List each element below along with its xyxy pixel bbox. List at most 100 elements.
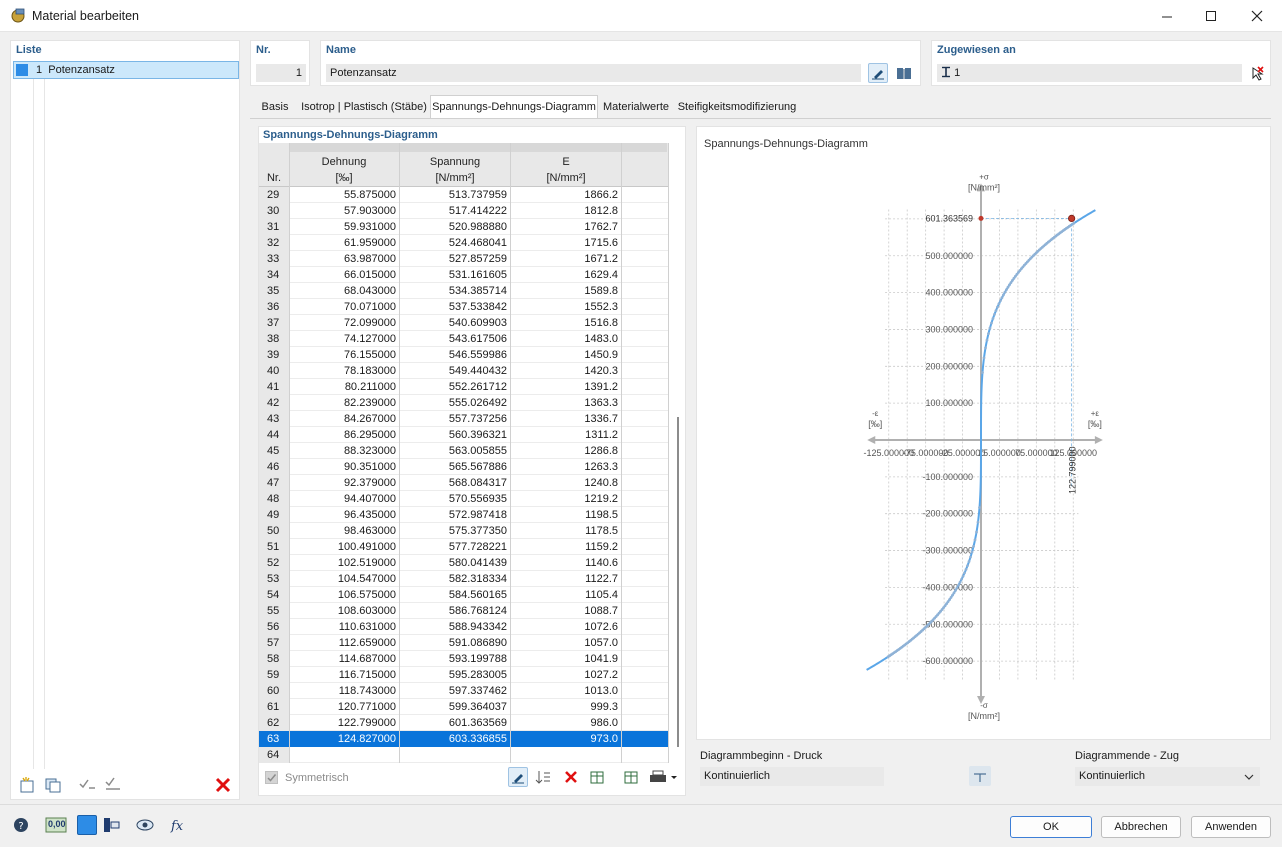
table-row[interactable]: 42 82.239000 555.026492 1363.3 bbox=[259, 395, 669, 411]
strain-cell[interactable]: 82.239000 bbox=[289, 395, 399, 411]
stress-cell[interactable]: 557.737256 bbox=[400, 411, 510, 427]
delete-material-button[interactable] bbox=[213, 775, 233, 795]
stress-cell[interactable]: 560.396321 bbox=[400, 427, 510, 443]
table-row[interactable]: 40 78.183000 549.440432 1420.3 bbox=[259, 363, 669, 379]
stress-cell[interactable]: 513.737959 bbox=[400, 187, 510, 203]
table-row[interactable]: 60 118.743000 597.337462 1013.0 bbox=[259, 683, 669, 699]
table-row[interactable]: 52 102.519000 580.041439 1140.6 bbox=[259, 555, 669, 571]
edit-name-button[interactable] bbox=[868, 63, 888, 83]
modulus-cell[interactable]: 1311.2 bbox=[511, 427, 621, 443]
modulus-cell[interactable]: 1420.3 bbox=[511, 363, 621, 379]
strain-cell[interactable]: 94.407000 bbox=[289, 491, 399, 507]
stress-cell[interactable]: 570.556935 bbox=[400, 491, 510, 507]
table-row[interactable]: 54 106.575000 584.560165 1105.4 bbox=[259, 587, 669, 603]
modulus-cell[interactable]: 1159.2 bbox=[511, 539, 621, 555]
modulus-cell[interactable]: 1812.8 bbox=[511, 203, 621, 219]
modulus-cell[interactable]: 986.0 bbox=[511, 715, 621, 731]
strain-cell[interactable]: 110.631000 bbox=[289, 619, 399, 635]
table-row[interactable]: 41 80.211000 552.261712 1391.2 bbox=[259, 379, 669, 395]
symmetric-checkbox[interactable] bbox=[265, 771, 278, 784]
modulus-cell[interactable]: 1122.7 bbox=[511, 571, 621, 587]
select-objects-button[interactable] bbox=[1247, 63, 1267, 83]
strain-cell[interactable]: 59.931000 bbox=[289, 219, 399, 235]
table-row[interactable]: 49 96.435000 572.987418 1198.5 bbox=[259, 507, 669, 523]
table-row[interactable]: 55 108.603000 586.768124 1088.7 bbox=[259, 603, 669, 619]
modulus-cell[interactable]: 1516.8 bbox=[511, 315, 621, 331]
modulus-cell[interactable]: 1219.2 bbox=[511, 491, 621, 507]
modulus-cell[interactable]: 1762.7 bbox=[511, 219, 621, 235]
table-row[interactable]: 47 92.379000 568.084317 1240.8 bbox=[259, 475, 669, 491]
table-row[interactable]: 57 112.659000 591.086890 1057.0 bbox=[259, 635, 669, 651]
table-row[interactable]: 61 120.771000 599.364037 999.3 bbox=[259, 699, 669, 715]
strain-cell[interactable]: 106.575000 bbox=[289, 587, 399, 603]
stress-cell[interactable]: 565.567886 bbox=[400, 459, 510, 475]
stress-cell[interactable]: 555.026492 bbox=[400, 395, 510, 411]
modulus-cell[interactable]: 1088.7 bbox=[511, 603, 621, 619]
strain-cell[interactable]: 68.043000 bbox=[289, 283, 399, 299]
modulus-cell[interactable]: 1363.3 bbox=[511, 395, 621, 411]
stress-cell[interactable]: 524.468041 bbox=[400, 235, 510, 251]
modulus-cell[interactable]: 1057.0 bbox=[511, 635, 621, 651]
material-library-button[interactable] bbox=[894, 63, 914, 83]
modulus-cell[interactable]: 1450.9 bbox=[511, 347, 621, 363]
table-row[interactable]: 58 114.687000 593.199788 1041.9 bbox=[259, 651, 669, 667]
stress-cell[interactable]: 599.364037 bbox=[400, 699, 510, 715]
stress-cell[interactable]: 546.559986 bbox=[400, 347, 510, 363]
diagram-begin-field[interactable]: Kontinuierlich bbox=[700, 767, 884, 786]
modulus-cell[interactable]: 1041.9 bbox=[511, 651, 621, 667]
tab-steifigkeitsmodifizierung[interactable]: Steifigkeitsmodifizierung bbox=[676, 96, 798, 118]
modulus-cell[interactable]: 1263.3 bbox=[511, 459, 621, 475]
strain-cell[interactable]: 116.715000 bbox=[289, 667, 399, 683]
strain-cell[interactable]: 92.379000 bbox=[289, 475, 399, 491]
modulus-cell[interactable]: 1629.4 bbox=[511, 267, 621, 283]
stress-cell[interactable]: 593.199788 bbox=[400, 651, 510, 667]
table-row[interactable]: 32 61.959000 524.468041 1715.6 bbox=[259, 235, 669, 251]
table-row[interactable]: 36 70.071000 537.533842 1552.3 bbox=[259, 299, 669, 315]
modulus-cell[interactable]: 1286.8 bbox=[511, 443, 621, 459]
modulus-cell[interactable]: 1589.8 bbox=[511, 283, 621, 299]
assigned-field[interactable]: 1 bbox=[937, 64, 1242, 82]
strain-cell[interactable]: 61.959000 bbox=[289, 235, 399, 251]
stress-cell[interactable]: 549.440432 bbox=[400, 363, 510, 379]
color-button[interactable] bbox=[77, 815, 97, 835]
table-edit-button[interactable] bbox=[508, 767, 528, 787]
strain-cell[interactable]: 100.491000 bbox=[289, 539, 399, 555]
strain-cell[interactable]: 122.799000 bbox=[289, 715, 399, 731]
maximize-button[interactable] bbox=[1188, 0, 1234, 32]
stress-cell[interactable]: 572.987418 bbox=[400, 507, 510, 523]
strain-cell[interactable]: 57.903000 bbox=[289, 203, 399, 219]
close-button[interactable] bbox=[1234, 0, 1280, 32]
tab-spannungs-dehnungs-diagramm[interactable]: Spannungs-Dehnungs-Diagramm bbox=[430, 95, 598, 118]
tab-basis[interactable]: Basis bbox=[254, 96, 296, 118]
strain-cell[interactable]: 80.211000 bbox=[289, 379, 399, 395]
strain-cell[interactable]: 114.687000 bbox=[289, 651, 399, 667]
stress-cell[interactable]: 543.617506 bbox=[400, 331, 510, 347]
modulus-cell[interactable]: 1105.4 bbox=[511, 587, 621, 603]
uncheck-all-button[interactable] bbox=[103, 775, 123, 795]
modulus-cell[interactable]: 1013.0 bbox=[511, 683, 621, 699]
table-scrollbar[interactable] bbox=[677, 417, 679, 747]
export-table-button[interactable] bbox=[621, 767, 641, 787]
strain-cell[interactable]: 104.547000 bbox=[289, 571, 399, 587]
tab-isotrop-plastisch[interactable]: Isotrop | Plastisch (Stäbe) bbox=[300, 96, 428, 118]
stress-strain-chart[interactable]: -125.000000-75.000000-25.00000025.000000… bbox=[697, 137, 1270, 737]
table-row[interactable]: 59 116.715000 595.283005 1027.2 bbox=[259, 667, 669, 683]
strain-cell[interactable]: 63.987000 bbox=[289, 251, 399, 267]
stress-cell[interactable]: 603.336855 bbox=[400, 731, 510, 747]
strain-cell[interactable]: 118.743000 bbox=[289, 683, 399, 699]
stress-cell[interactable]: 575.377350 bbox=[400, 523, 510, 539]
symmetric-option[interactable]: Symmetrisch bbox=[263, 769, 423, 787]
modulus-cell[interactable]: 1391.2 bbox=[511, 379, 621, 395]
name-field[interactable]: Potenzansatz bbox=[326, 64, 861, 82]
stress-cell[interactable]: 537.533842 bbox=[400, 299, 510, 315]
stress-cell[interactable]: 586.768124 bbox=[400, 603, 510, 619]
stress-cell[interactable]: 527.857259 bbox=[400, 251, 510, 267]
strain-cell[interactable]: 98.463000 bbox=[289, 523, 399, 539]
model-info-button[interactable] bbox=[101, 815, 121, 835]
strain-cell[interactable]: 74.127000 bbox=[289, 331, 399, 347]
modulus-cell[interactable]: 973.0 bbox=[511, 731, 621, 747]
new-material-button[interactable] bbox=[17, 775, 37, 795]
stress-cell[interactable]: 531.161605 bbox=[400, 267, 510, 283]
strain-cell[interactable]: 84.267000 bbox=[289, 411, 399, 427]
table-row[interactable]: 33 63.987000 527.857259 1671.2 bbox=[259, 251, 669, 267]
